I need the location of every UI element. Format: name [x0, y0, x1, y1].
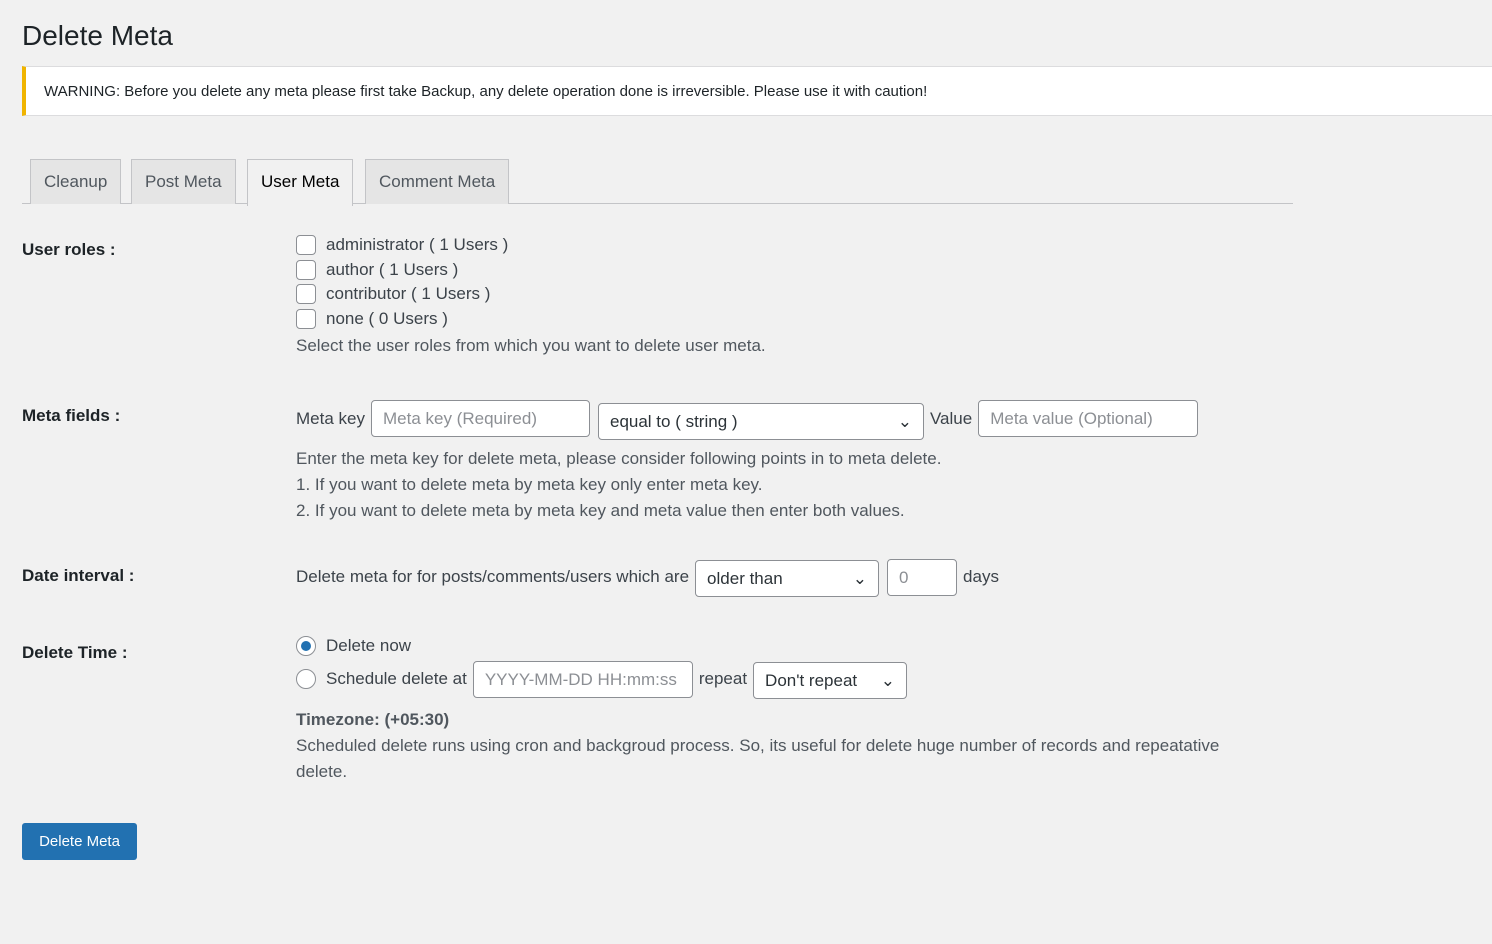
schedule-datetime-input[interactable]: YYYY-MM-DD HH:mm:ss: [472, 660, 693, 698]
tab-user-meta[interactable]: User Meta: [247, 159, 354, 206]
delete-now-radio[interactable]: [296, 636, 316, 656]
delete-time-label: Delete Time :: [22, 643, 128, 662]
operator-value: equal to ( string ): [609, 411, 738, 431]
meta-fields-field: Meta key Meta key (Required) equal to ( …: [296, 397, 1199, 524]
delete-time-help: Timezone: (+05:30) Scheduled delete runs…: [296, 707, 1256, 785]
schedule-label: Schedule delete at: [326, 669, 467, 688]
meta-fields-label: Meta fields :: [22, 406, 121, 425]
tab-post-meta[interactable]: Post Meta: [131, 159, 236, 204]
meta-fields-help: Enter the meta key for delete meta, plea…: [296, 446, 1198, 524]
days-unit: days: [963, 567, 999, 586]
chevron-down-icon: ⌄: [880, 670, 896, 690]
operator-select[interactable]: equal to ( string ) ⌄: [597, 403, 924, 440]
user-roles-label: User roles :: [22, 240, 116, 259]
tab-comment-meta[interactable]: Comment Meta: [365, 159, 510, 204]
schedule-help: Scheduled delete runs using cron and bac…: [296, 736, 1220, 781]
role-label: administrator ( 1 Users ): [326, 235, 509, 255]
value-label: Value: [929, 408, 973, 428]
checkbox[interactable]: [296, 308, 316, 329]
meta-value-input[interactable]: Meta value (Optional): [978, 400, 1199, 437]
role-label: contributor ( 1 Users ): [326, 284, 491, 304]
warning-notice: WARNING: Before you delete any meta plea…: [22, 66, 1492, 116]
tab-cleanup[interactable]: Cleanup: [30, 159, 122, 204]
checkbox[interactable]: [296, 235, 316, 256]
repeat-label: repeat: [698, 669, 748, 688]
help-line: 2. If you want to delete meta by meta ke…: [296, 501, 905, 520]
comparison-select[interactable]: older than ⌄: [695, 560, 880, 597]
help-line: 1. If you want to delete meta by meta ke…: [296, 475, 763, 494]
role-contributor[interactable]: contributor ( 1 Users ): [296, 282, 766, 307]
repeat-value: Don't repeat: [765, 670, 858, 690]
meta-key-input[interactable]: Meta key (Required): [370, 400, 590, 437]
delete-meta-button[interactable]: Delete Meta: [22, 823, 137, 860]
chevron-down-icon: ⌄: [897, 411, 912, 431]
delete-now-label: Delete now: [326, 636, 412, 655]
delete-time-field: Delete now Schedule delete at YYYY-MM-DD…: [296, 633, 1256, 785]
date-interval-label: Date interval :: [22, 566, 135, 585]
help-line: Enter the meta key for delete meta, plea…: [296, 449, 942, 468]
checkbox[interactable]: [296, 284, 316, 305]
date-interval-field: Delete meta for for posts/comments/users…: [296, 557, 999, 597]
schedule-radio[interactable]: [296, 669, 316, 689]
tab-bar: Cleanup Post Meta User Meta Comment Meta: [22, 158, 1293, 206]
page-title: Delete Meta: [22, 20, 173, 51]
chevron-down-icon: ⌄: [852, 568, 868, 588]
comparison-value: older than: [707, 568, 783, 588]
checkbox[interactable]: [296, 259, 316, 280]
user-roles-help: Select the user roles from which you wan…: [296, 336, 766, 355]
timezone-text: Timezone: (+05:30): [296, 710, 450, 729]
role-label: none ( 0 Users ): [326, 308, 448, 328]
role-author[interactable]: author ( 1 Users ): [296, 258, 766, 283]
meta-key-label: Meta key: [296, 408, 365, 428]
role-none[interactable]: none ( 0 Users ): [296, 307, 766, 332]
date-interval-text: Delete meta for for posts/comments/users…: [296, 567, 690, 586]
repeat-select[interactable]: Don't repeat ⌄: [753, 662, 908, 699]
role-administrator[interactable]: administrator ( 1 Users ): [296, 233, 766, 258]
user-roles-field: administrator ( 1 Users ) author ( 1 Use…: [296, 233, 766, 359]
role-label: author ( 1 Users ): [326, 259, 459, 279]
days-input[interactable]: 0: [887, 558, 958, 596]
